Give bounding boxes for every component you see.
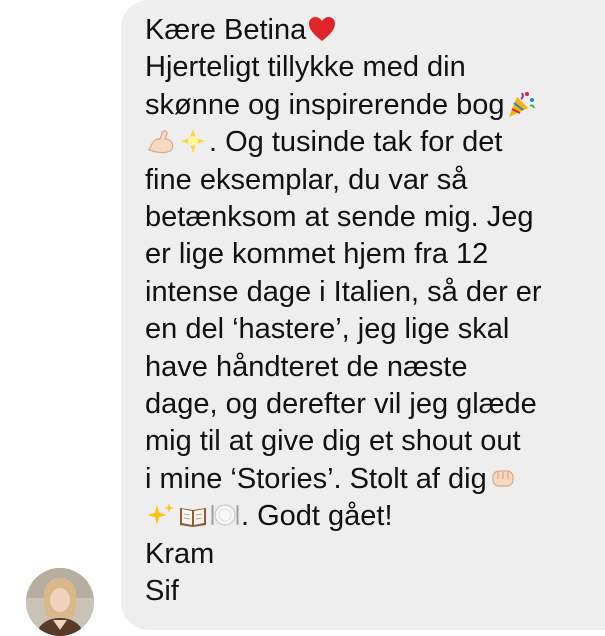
message-text: er lige kommet hjem fra 12 xyxy=(145,238,489,271)
message-line: Hjerteligt tillykke med din xyxy=(145,49,599,86)
message-line: dage, og derefter vil jeg glæde xyxy=(145,386,599,423)
message-line: skønne og inspirerende bog xyxy=(145,87,599,124)
message-line: er lige kommet hjem fra 12 xyxy=(145,236,599,273)
message-line: . Godt gået! xyxy=(145,498,599,535)
message-text: fine eksemplar, du var så xyxy=(145,163,468,196)
message-text: mig til at give dig et shout out xyxy=(145,425,521,458)
message-line: betænksom at sende mig. Jeg xyxy=(145,199,599,236)
message-text: . Godt gået! xyxy=(241,500,393,533)
message-line: en del ‘hastere’, jeg lige skal xyxy=(145,311,599,348)
message-line: Sif xyxy=(145,573,599,610)
message-line: fine eksemplar, du var så xyxy=(145,162,599,199)
message-text: . Og tusinde tak for det xyxy=(209,126,503,159)
message-line: Kære Betina xyxy=(145,12,599,49)
flexed-biceps-icon xyxy=(146,126,176,156)
message-text: have håndteret de næste xyxy=(145,350,468,383)
message-text: dage, og derefter vil jeg glæde xyxy=(145,388,537,421)
message-text: Kære Betina xyxy=(145,14,307,46)
plate-with-cutlery-icon xyxy=(210,500,240,530)
message-line: have håndteret de næste xyxy=(145,349,599,386)
message-text: i mine ‘Stories’. Stolt af dig xyxy=(145,462,487,495)
chat-area: Kære Betina Hjerteligt tillykke med din … xyxy=(0,0,605,636)
message-line: . Og tusinde tak for det xyxy=(145,124,599,161)
message-bubble[interactable]: Kære Betina Hjerteligt tillykke med din … xyxy=(121,0,605,630)
glowing-star-icon xyxy=(178,126,208,156)
message-line: i mine ‘Stories’. Stolt af dig xyxy=(145,461,599,498)
message-line: intense dage i Italien, så der er xyxy=(145,274,599,311)
message-line: mig til at give dig et shout out xyxy=(145,423,599,460)
message-text: skønne og inspirerende bog xyxy=(145,88,505,121)
message-text: Hjerteligt tillykke med din xyxy=(145,51,466,84)
message-text: betænksom at sende mig. Jeg xyxy=(145,201,534,234)
message-line: Kram xyxy=(145,536,599,573)
red-heart-icon xyxy=(307,14,337,44)
profile-photo-icon xyxy=(26,568,94,636)
sparkles-icon xyxy=(146,500,176,530)
message-text: Sif xyxy=(145,575,179,608)
open-book-icon xyxy=(178,500,208,530)
sender-avatar[interactable] xyxy=(26,568,94,636)
oncoming-fist-icon xyxy=(488,463,518,493)
message-text: Kram xyxy=(145,537,215,570)
party-popper-icon xyxy=(506,89,536,119)
message-text: en del ‘hastere’, jeg lige skal xyxy=(145,313,510,346)
message-text: intense dage i Italien, så der er xyxy=(145,275,542,308)
